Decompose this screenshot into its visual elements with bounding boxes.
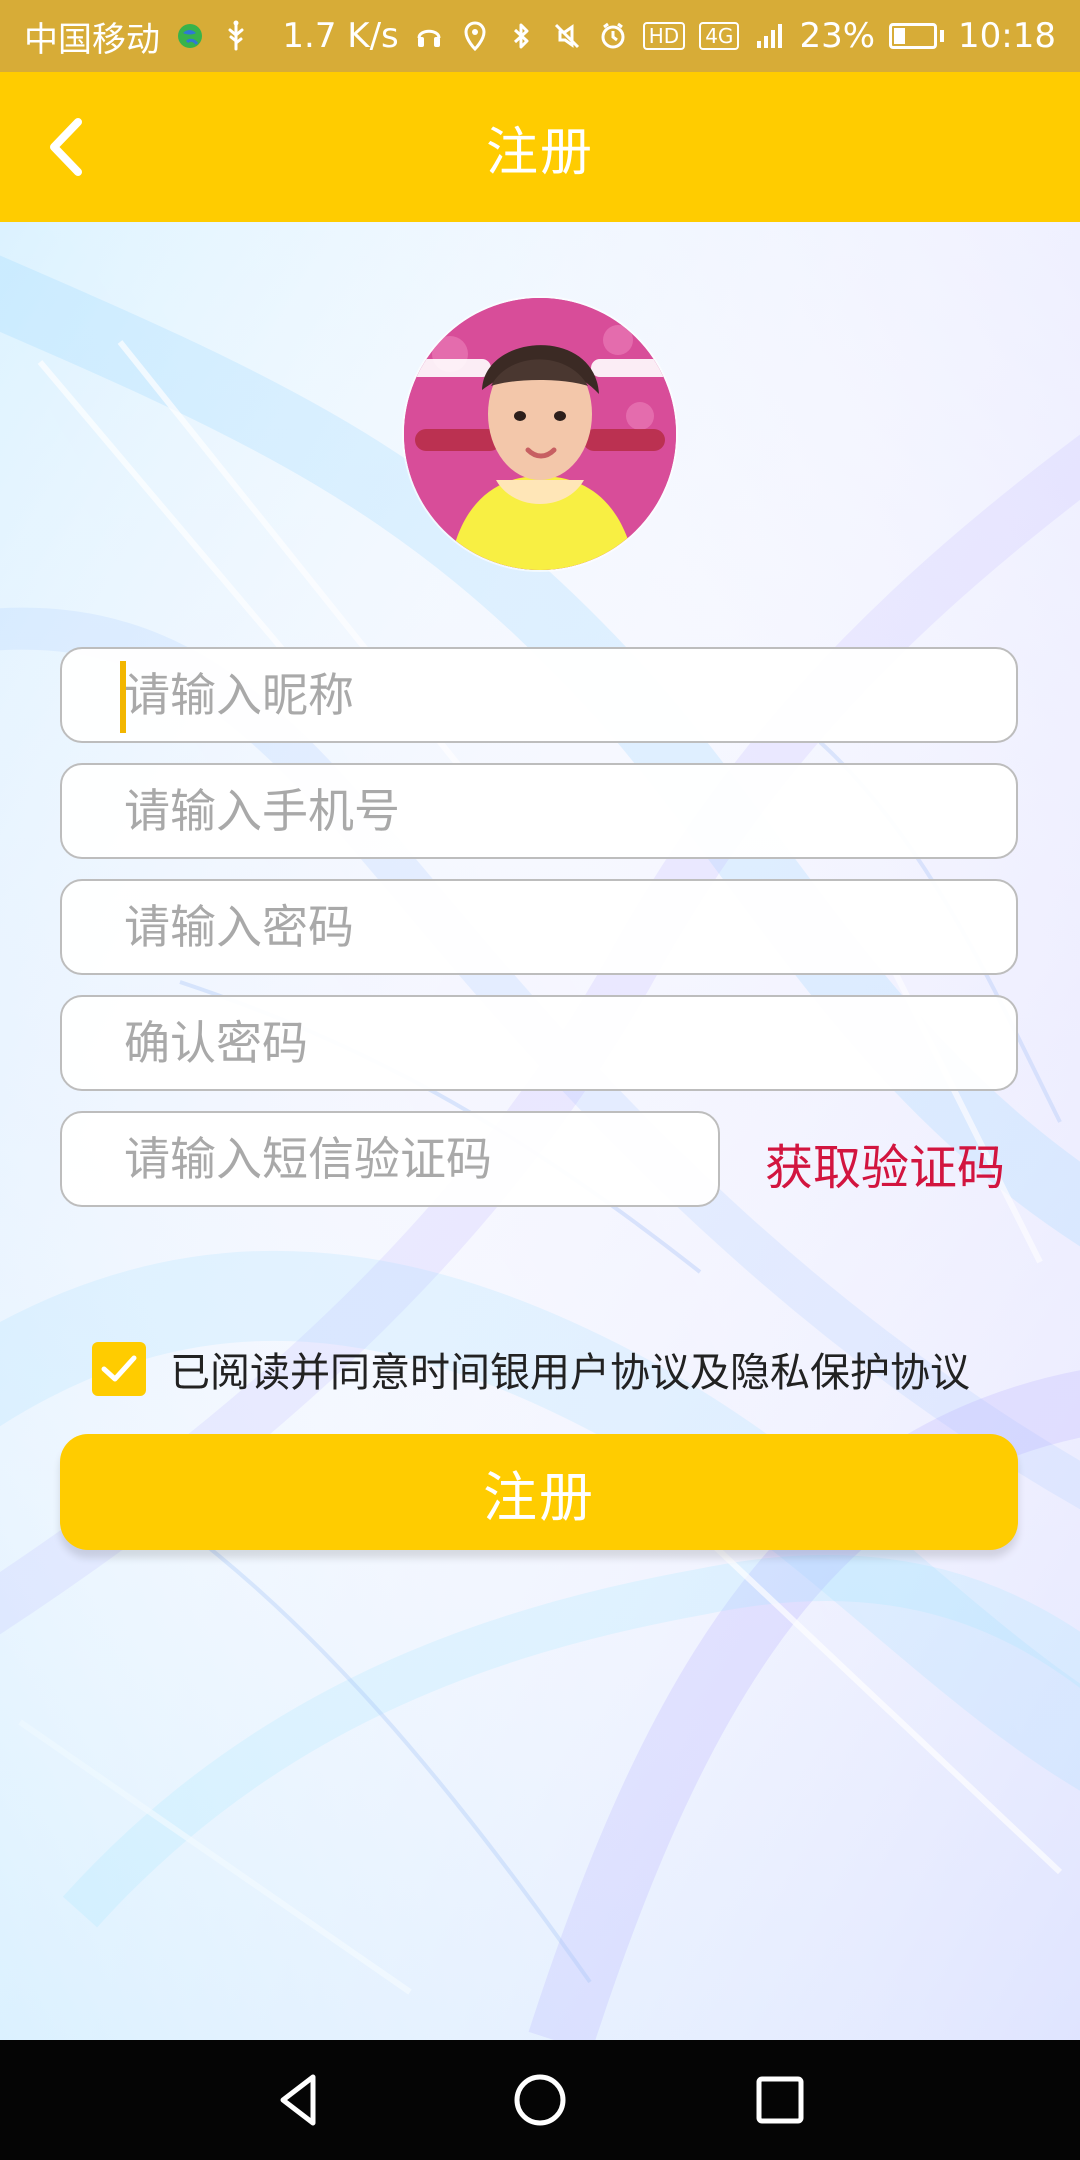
nickname-field[interactable] bbox=[60, 647, 1018, 743]
circle-home-icon bbox=[514, 2074, 566, 2126]
text-cursor bbox=[120, 661, 126, 733]
registration-content: 获取验证码 已阅读并同意时间银用户协议及隐私保护协议 注册 bbox=[0, 222, 1080, 2040]
checkmark-icon bbox=[101, 1355, 137, 1382]
password-input[interactable] bbox=[122, 880, 1016, 974]
triangle-back-icon bbox=[280, 2074, 316, 2126]
mute-icon bbox=[551, 20, 583, 52]
agreement-text[interactable]: 已阅读并同意时间银用户协议及隐私保护协议 bbox=[170, 1340, 970, 1398]
phone-field[interactable] bbox=[60, 763, 1018, 859]
chevron-left-icon bbox=[50, 118, 82, 176]
sms-code-input[interactable] bbox=[122, 1112, 718, 1206]
phone-input[interactable] bbox=[122, 764, 1016, 858]
headphones-icon bbox=[413, 20, 445, 52]
avatar[interactable] bbox=[404, 298, 676, 570]
nickname-input[interactable] bbox=[122, 648, 1016, 742]
confirm-password-field[interactable] bbox=[60, 995, 1018, 1091]
bluetooth-icon bbox=[505, 20, 537, 52]
title-bar: 注册 bbox=[0, 72, 1080, 222]
agreement-row[interactable]: 已阅读并同意时间银用户协议及隐私保护协议 bbox=[92, 1340, 970, 1398]
network-type-badge: 4G bbox=[699, 22, 740, 50]
nav-back-button[interactable] bbox=[265, 2065, 335, 2135]
hd-badge: HD bbox=[642, 22, 686, 50]
agreement-checkbox[interactable] bbox=[92, 1342, 146, 1396]
status-bar: 中国移动 1.7 K/s HD 4G 23% 10:18 bbox=[0, 0, 1080, 72]
square-recents-icon bbox=[756, 2076, 804, 2124]
page-title: 注册 bbox=[485, 122, 594, 183]
status-right: 1.7 K/s HD 4G 23% 10:18 bbox=[282, 16, 1056, 56]
nav-home-button[interactable] bbox=[505, 2065, 575, 2135]
usb-icon bbox=[220, 20, 252, 52]
location-icon bbox=[459, 20, 491, 52]
register-button[interactable]: 注册 bbox=[60, 1434, 1018, 1550]
signal-icon bbox=[753, 20, 785, 52]
alarm-icon bbox=[597, 20, 629, 52]
battery-percent: 23% bbox=[799, 16, 876, 56]
avatar-portrait bbox=[404, 298, 676, 570]
battery-icon bbox=[889, 23, 945, 49]
sms-code-field[interactable] bbox=[60, 1111, 720, 1207]
confirm-password-input[interactable] bbox=[122, 996, 1016, 1090]
system-navigation-bar bbox=[0, 2040, 1080, 2160]
network-speed: 1.7 K/s bbox=[282, 16, 399, 56]
globe-icon bbox=[174, 20, 206, 52]
status-left: 中国移动 bbox=[24, 12, 252, 61]
nav-recents-button[interactable] bbox=[745, 2065, 815, 2135]
get-code-button[interactable]: 获取验证码 bbox=[765, 1128, 1005, 1198]
clock: 10:18 bbox=[958, 16, 1056, 56]
carrier-label: 中国移动 bbox=[24, 19, 160, 60]
password-field[interactable] bbox=[60, 879, 1018, 975]
back-button[interactable] bbox=[44, 107, 124, 187]
